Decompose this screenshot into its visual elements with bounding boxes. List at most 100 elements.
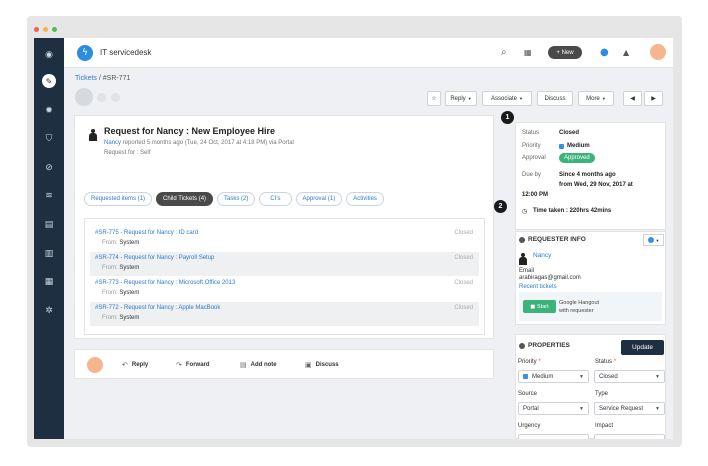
callout-badge-2: 2 — [494, 200, 507, 213]
child-ticket-title[interactable]: #SR-772 - Request for Nancy : Apple MacB… — [95, 305, 220, 311]
solutions-icon[interactable]: ▥ — [43, 248, 55, 260]
callout-badge-1: 1 — [501, 111, 514, 124]
discuss-button[interactable]: Discuss — [537, 91, 573, 106]
tickets-icon[interactable]: ✎ — [42, 74, 56, 88]
user-avatar[interactable] — [650, 44, 666, 60]
star-button[interactable]: ☆ — [427, 91, 441, 106]
child-ticket-title[interactable]: #SR-774 - Request for Nancy : Payroll Se… — [95, 255, 214, 261]
app-main: ϟ IT servicedesk ⌕ ▦ + New ● ▲ Tickets /… — [64, 38, 673, 439]
bug-icon[interactable]: ✹ — [43, 105, 55, 117]
chevron-down-icon: ▼ — [655, 406, 660, 412]
chevron-down-icon: ▼ — [579, 374, 584, 380]
apps-icon[interactable]: ● — [600, 47, 609, 58]
contact-menu-button[interactable]: ▼ — [643, 234, 664, 246]
assets-icon[interactable]: ▤ — [43, 219, 55, 231]
ticket-avatar — [75, 88, 93, 106]
tag-icon — [111, 93, 120, 102]
add-note-action[interactable]: ▤ Add note — [240, 361, 277, 369]
arrow-left-icon: ◀ — [630, 96, 635, 102]
discuss-icon: ▣ — [305, 361, 312, 369]
layers-icon[interactable]: ≋ — [43, 190, 55, 202]
child-ticket-status: Closed — [454, 255, 473, 261]
properties-title: PROPERTIES — [528, 342, 570, 349]
breadcrumb-tickets-link[interactable]: Tickets — [75, 75, 97, 82]
reply-action[interactable]: ↶ Reply — [122, 361, 148, 369]
source-select[interactable]: Portal ▼ — [518, 402, 589, 415]
reply-icon: ↶ — [122, 361, 128, 369]
chevron-down-icon: ▼ — [579, 406, 584, 412]
child-ticket-title[interactable]: #SR-773 - Request for Nancy : Microsoft … — [95, 280, 235, 286]
start-hangout-button[interactable]: ■ Start — [523, 300, 556, 313]
tab-tasks[interactable]: Tasks (2) — [217, 192, 256, 206]
discuss-action[interactable]: ▣ Discuss — [305, 361, 339, 369]
minimize-dot[interactable] — [43, 27, 48, 32]
impact-select[interactable] — [594, 434, 665, 439]
section-icon — [519, 342, 525, 349]
child-ticket-status: Closed — [454, 230, 473, 236]
changes-icon[interactable]: ⊘ — [43, 162, 55, 174]
requester-link[interactable]: Nancy — [104, 140, 121, 146]
requester-email: arabiragas@gmail.com — [519, 275, 581, 281]
new-button[interactable]: + New — [548, 46, 582, 59]
approval-badge: Approved — [559, 153, 595, 163]
maximize-dot[interactable] — [52, 27, 57, 32]
child-ticket-row[interactable]: #SR-772 - Request for Nancy : Apple MacB… — [90, 302, 479, 326]
priority-value: Medium — [567, 143, 590, 149]
clock-icon: ◷ — [522, 208, 528, 215]
requester-person-icon — [519, 253, 527, 265]
status-value: Closed — [559, 130, 580, 136]
reply-button[interactable]: Reply ▼ — [445, 91, 477, 106]
recent-tickets-link[interactable]: Recent tickets — [519, 284, 557, 290]
reports-icon[interactable]: ▦ — [43, 276, 55, 288]
app-logo-icon[interactable]: ϟ — [77, 45, 93, 61]
contact-icon — [647, 237, 654, 243]
search-icon[interactable]: ⌕ — [501, 47, 507, 58]
dashboard-icon[interactable]: ◉ — [43, 49, 55, 61]
tab-cis[interactable]: CI's — [259, 192, 292, 206]
request-for: Request for : Self — [104, 150, 151, 156]
tab-child-tickets[interactable]: Child Tickets (4) — [156, 192, 214, 206]
requester-name-link[interactable]: Nancy — [533, 252, 551, 259]
status-select[interactable]: Closed ▼ — [594, 370, 665, 383]
chevron-down-icon: ▼ — [467, 96, 472, 101]
google-hangout-panel: ■ Start Google Hangout with requester — [519, 292, 662, 321]
forward-action[interactable]: ↷ Forward — [176, 361, 210, 369]
child-ticket-status: Closed — [454, 280, 473, 286]
child-ticket-row[interactable]: #SR-775 - Request for Nancy : ID card Fr… — [90, 227, 479, 251]
previous-ticket-button[interactable]: ◀ — [623, 91, 642, 106]
type-select[interactable]: Service Request ▼ — [594, 402, 665, 415]
settings-icon[interactable]: ✲ — [43, 305, 55, 317]
priority-select[interactable]: Medium ▼ — [518, 370, 589, 383]
tab-activities[interactable]: Activities — [346, 192, 384, 206]
urgency-select[interactable] — [518, 434, 589, 439]
next-ticket-button[interactable]: ▶ — [644, 91, 663, 106]
child-ticket-title[interactable]: #SR-775 - Request for Nancy : ID card — [95, 230, 198, 236]
child-ticket-row[interactable]: #SR-774 - Request for Nancy : Payroll Se… — [90, 252, 479, 276]
arrow-right-icon: ▶ — [651, 96, 656, 102]
associate-button[interactable]: Associate ▼ — [482, 91, 532, 106]
calculator-icon[interactable]: ▦ — [524, 48, 532, 57]
forward-icon: ↷ — [176, 361, 182, 369]
update-button[interactable]: Update — [621, 340, 664, 355]
app-title: IT servicedesk — [100, 48, 152, 57]
shield-icon[interactable]: ⛉ — [43, 133, 55, 145]
star-icon: ☆ — [431, 95, 437, 102]
tab-requested-items[interactable]: Requested items (1) — [84, 192, 153, 206]
requester-icon — [89, 129, 97, 141]
section-icon — [519, 236, 525, 243]
priority-icon — [523, 374, 528, 379]
time-taken: Time taken : 220hrs 42mins — [533, 208, 612, 214]
notification-bell-icon[interactable]: ▲ — [623, 48, 629, 57]
requester-info-title: REQUESTER INFO — [528, 236, 586, 243]
more-button[interactable]: More ▼ — [578, 91, 614, 106]
breadcrumb-current: #SR-771 — [102, 75, 131, 82]
child-ticket-row[interactable]: #SR-773 - Request for Nancy : Microsoft … — [90, 277, 479, 301]
properties-card: PROPERTIES Update Priority * Status * Me… — [515, 334, 666, 439]
chevron-down-icon: ▼ — [601, 96, 606, 101]
child-tickets-list: #SR-775 - Request for Nancy : ID card Fr… — [84, 218, 485, 335]
close-dot[interactable] — [34, 27, 39, 32]
breadcrumb: Tickets / #SR-771 — [75, 75, 131, 82]
ticket-tabs: Requested items (1) Child Tickets (4) Ta… — [84, 192, 384, 206]
ticket-status-card: Status Closed Priority Medium Approval A… — [515, 122, 666, 230]
tab-approval[interactable]: Approval (1) — [295, 192, 343, 206]
